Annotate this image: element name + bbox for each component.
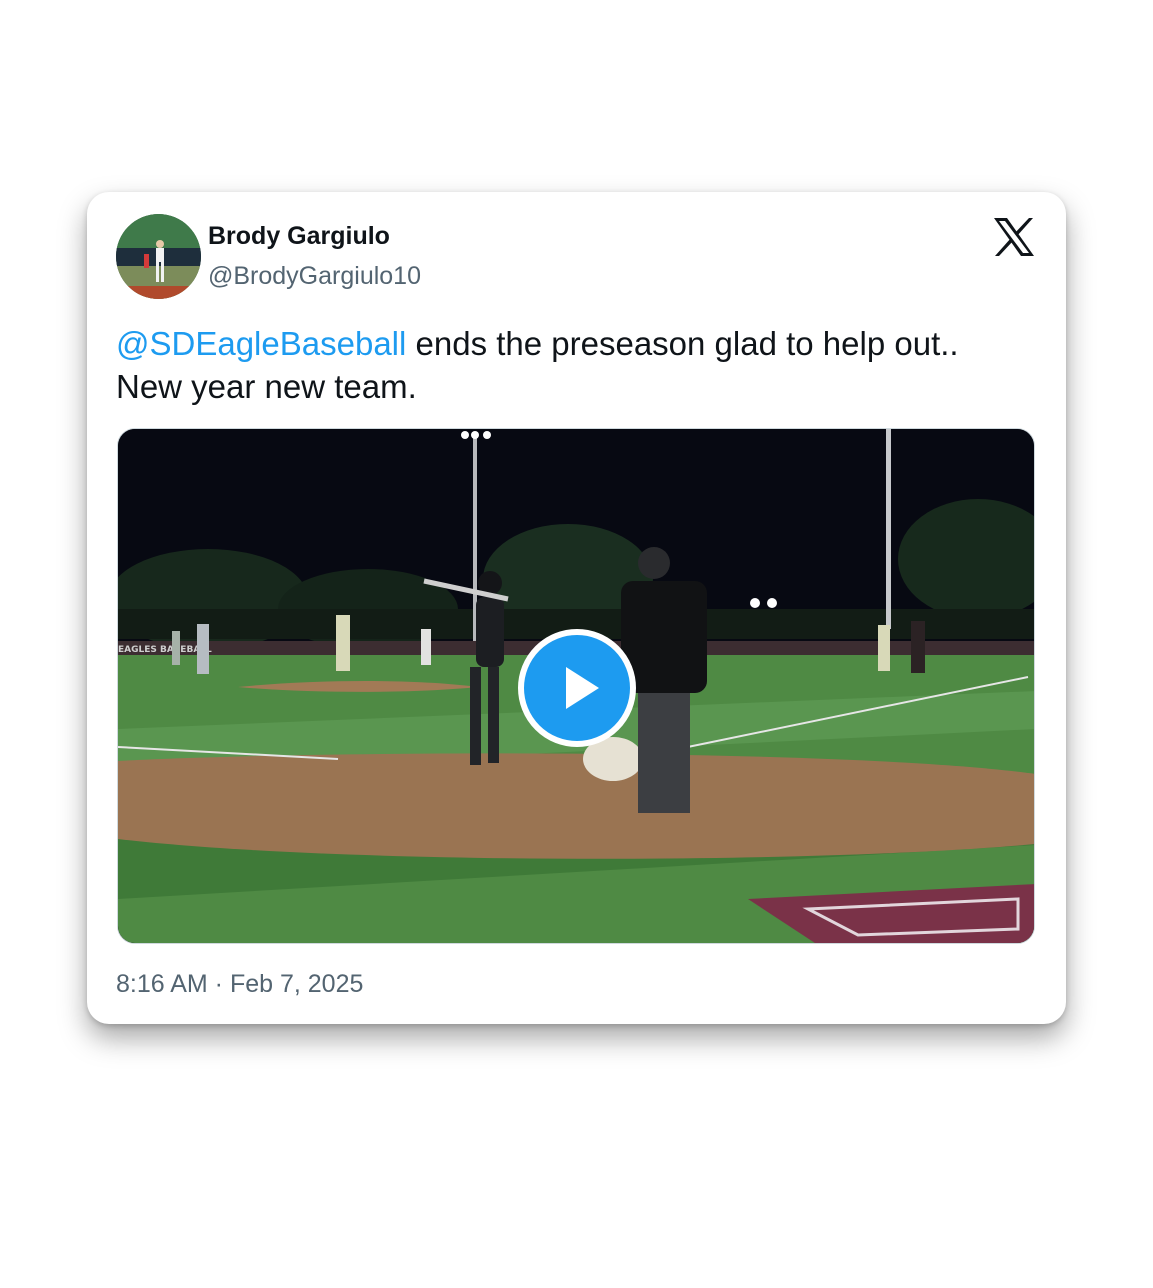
tweet-text-line-1: @SDEagleBaseball ends the preseason glad… (116, 322, 1036, 365)
tweet-timestamp[interactable]: 8:16 AM · Feb 7, 2025 (116, 970, 363, 999)
avatar[interactable] (116, 214, 201, 299)
tweet-text-line-2: New year new team. (116, 368, 417, 405)
author-name[interactable]: Brody Gargiulo (208, 222, 390, 251)
x-logo-icon[interactable] (992, 217, 1036, 257)
tweet-text-body: ends the preseason glad to help out.. (406, 325, 959, 362)
play-icon (566, 667, 599, 709)
author-handle[interactable]: @BrodyGargiulo10 (208, 262, 421, 291)
play-button[interactable] (518, 629, 636, 747)
tweet-card: Brody Gargiulo @BrodyGargiulo10 @SDEagle… (87, 192, 1066, 1024)
video-player[interactable]: EAGLES BASEBALL (117, 428, 1035, 944)
mention-link[interactable]: @SDEagleBaseball (116, 325, 406, 362)
tweet-text: @SDEagleBaseball ends the preseason glad… (116, 322, 1036, 408)
